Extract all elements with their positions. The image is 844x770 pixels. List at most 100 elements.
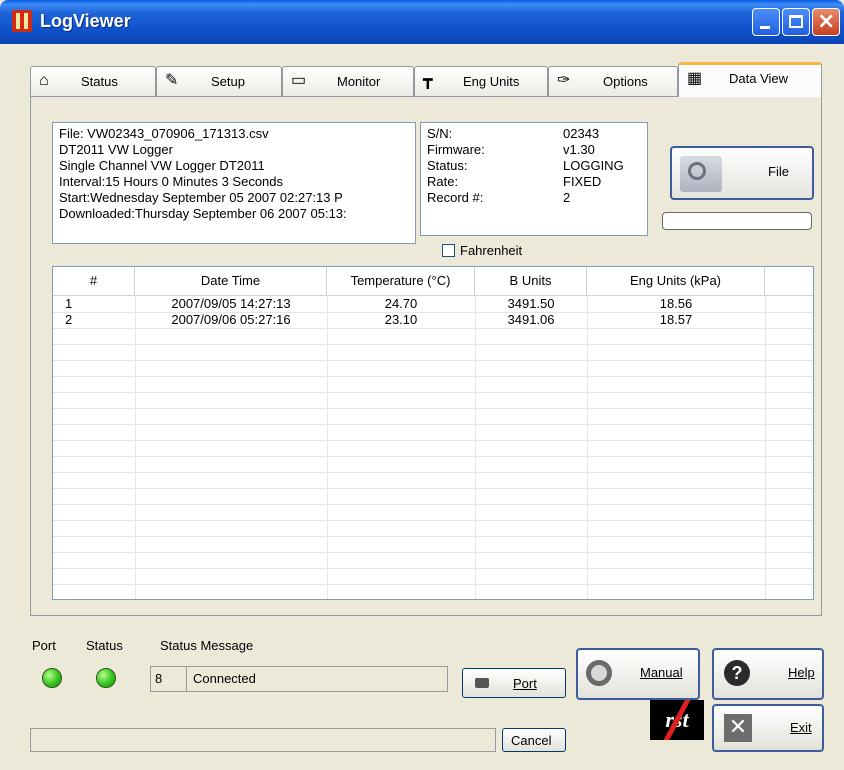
device-info-value: LOGGING [563,158,624,173]
table-row [53,552,813,569]
tab-eng-units[interactable]: ┳ Eng Units [414,66,548,96]
ruler-icon: ┳ [423,72,433,89]
table-row [53,472,813,489]
file-info-line: Single Channel VW Logger DT2011 [59,158,265,173]
wrench-icon: ✑ [557,72,571,89]
port-led-indicator [42,668,62,688]
table-row [53,408,813,425]
file-info-box: File: VW02343_070906_171313.csv DT2011 V… [52,122,416,244]
table-row [53,360,813,377]
maximize-icon [789,15,803,28]
tab-monitor[interactable]: ▭ Monitor [282,66,414,96]
table-row [53,344,813,361]
status-led-indicator [96,668,116,688]
exit-button-label: Exit [790,720,812,735]
cell-b-units: 3491.50 [507,296,555,311]
table-row[interactable]: 1 2007/09/05 14:27:13 24.70 3491.50 18.5… [53,296,813,313]
tab-options[interactable]: ✑ Options [548,66,678,96]
status-message-label: Status Message [160,638,254,653]
file-info-line: File: VW02343_070906_171313.csv [59,126,269,141]
file-info-line: Interval:15 Hours 0 Minutes 3 Seconds [59,174,284,189]
table-header: # Date Time Temperature (°C) B Units Eng… [53,267,813,296]
manual-button[interactable]: Manual [576,648,700,700]
status-label: Status [86,638,123,653]
cell-temperature: 24.70 [384,296,418,311]
rst-logo: rst [650,700,704,740]
tab-setup[interactable]: ✎ Setup [156,66,282,96]
table-row[interactable]: 2 2007/09/06 05:27:16 23.10 3491.06 18.5… [53,312,813,329]
status-message: Connected [193,671,256,686]
form-pencil-icon: ✎ [165,72,179,89]
column-header-blank [765,267,813,295]
close-icon: × [817,9,836,34]
table-row [53,440,813,457]
device-info-value: 02343 [563,126,600,141]
tab-label: Data View [729,71,789,86]
minimize-button[interactable] [752,8,780,36]
exit-button[interactable]: ✕ Exit [712,704,824,752]
column-header-datetime[interactable]: Date Time [135,267,327,295]
port-button[interactable]: Port [462,668,566,698]
file-button[interactable]: File [670,146,814,200]
cancel-button[interactable]: Cancel [502,728,566,752]
tab-label: Options [603,74,648,89]
file-button-label: File [768,164,789,179]
table-row [53,504,813,521]
device-info-key: Rate: [427,174,459,189]
cell-b-units: 3491.06 [507,312,555,327]
data-table[interactable]: # Date Time Temperature (°C) B Units Eng… [52,266,814,600]
question-icon: ? [724,660,750,686]
bottom-status-bar [30,728,496,752]
column-header-temperature[interactable]: Temperature (°C) [327,267,475,295]
title-bar[interactable]: LogViewer × [0,0,844,44]
cell-temperature: 23.10 [384,312,418,327]
device-info-value: FIXED [563,174,602,189]
port-label: Port [32,638,56,653]
close-x-icon: ✕ [724,714,752,742]
table-row [53,392,813,409]
house-icon: ⌂ [39,72,49,89]
device-info-box: S/N: 02343 Firmware: v1.30 Status: LOGGI… [420,122,648,236]
cell-eng-units: 18.56 [659,296,693,311]
device-info-value: v1.30 [563,142,595,157]
cell-number: 2 [65,312,73,327]
tab-label: Monitor [337,74,381,89]
column-header-b-units[interactable]: B Units [475,267,587,295]
table-row [53,456,813,473]
file-info-line: DT2011 VW Logger [59,142,173,157]
app-icon [12,10,32,32]
help-button-label: Help [788,665,815,680]
progress-bar [662,212,812,230]
column-header-number[interactable]: # [53,267,135,295]
close-button[interactable]: × [812,8,840,36]
help-button[interactable]: ? Help [712,648,824,700]
device-info-key: S/N: [427,126,453,141]
table-row [53,520,813,537]
magnifier-folder-icon [680,156,722,192]
column-header-eng-units[interactable]: Eng Units (kPa) [587,267,765,295]
manual-button-label: Manual [640,665,683,680]
status-message-box: 8 Connected [150,666,448,692]
file-info-line: Downloaded:Thursday September 06 2007 05… [59,206,347,221]
maximize-button[interactable] [782,8,810,36]
logviewer-window: LogViewer × ⌂ Status ✎ Setup ▭ Monitor ┳… [0,0,844,770]
file-info-line: Start:Wednesday September 05 2007 02:27:… [59,190,343,205]
status-code: 8 [151,667,187,691]
device-info-value: 2 [563,190,571,205]
table-row [53,488,813,505]
tab-data-view[interactable]: ▦ Data View [678,62,822,97]
table-row [53,376,813,393]
tab-label: Status [81,74,118,89]
monitor-icon: ▭ [291,72,307,89]
table-row [53,536,813,553]
cell-datetime: 2007/09/05 14:27:13 [171,296,291,311]
cancel-button-label: Cancel [511,733,552,748]
cd-disc-icon [586,660,612,686]
checkbox-box[interactable] [442,244,455,257]
window-title: LogViewer [40,11,131,31]
tab-label: Setup [211,74,245,89]
fahrenheit-label: Fahrenheit [460,243,523,258]
device-info-key: Status: [427,158,468,173]
device-info-key: Record #: [427,190,484,205]
tab-status[interactable]: ⌂ Status [30,66,156,96]
